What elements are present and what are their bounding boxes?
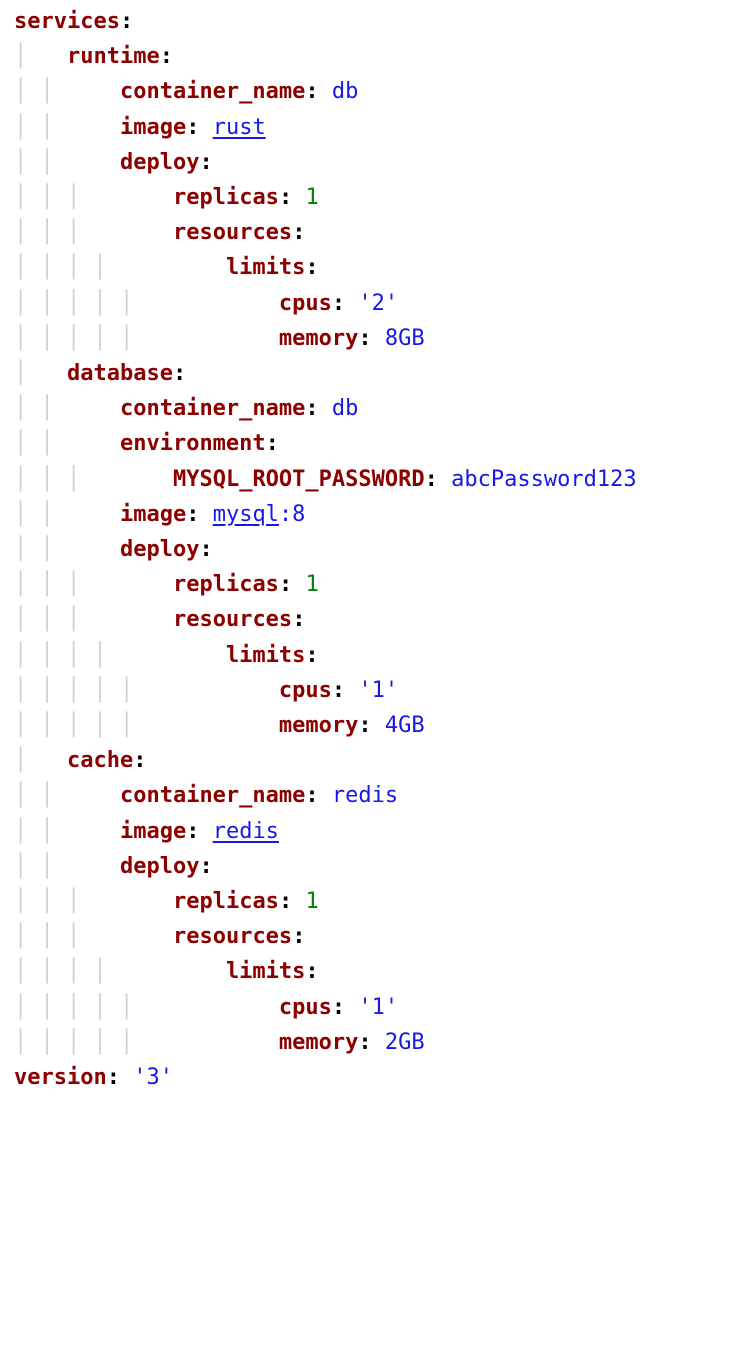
key-cpus: cpus xyxy=(279,291,332,316)
link-image-redis[interactable]: redis xyxy=(213,819,279,844)
key-container-name: container_name xyxy=(120,783,305,808)
key-limits: limits xyxy=(226,255,305,280)
key-image: image xyxy=(120,502,186,527)
key-memory: memory xyxy=(279,1030,358,1055)
val-memory: 4GB xyxy=(385,713,425,738)
key-services: services xyxy=(14,9,120,34)
key-runtime: runtime xyxy=(67,44,160,69)
val-container-name: db xyxy=(332,396,359,421)
val-memory: 8GB xyxy=(385,326,425,351)
val-cpus: '1' xyxy=(358,678,398,703)
key-deploy: deploy xyxy=(120,537,199,562)
key-deploy: deploy xyxy=(120,854,199,879)
link-image-rust[interactable]: rust xyxy=(213,115,266,140)
key-limits: limits xyxy=(226,643,305,668)
key-cache: cache xyxy=(67,748,133,773)
val-env-pw: abcPassword123 xyxy=(451,467,636,492)
val-cpus: '1' xyxy=(358,995,398,1020)
key-memory: memory xyxy=(279,713,358,738)
val-replicas: 1 xyxy=(305,572,318,597)
key-image: image xyxy=(120,819,186,844)
val-memory: 2GB xyxy=(385,1030,425,1055)
key-replicas: replicas xyxy=(173,889,279,914)
key-memory: memory xyxy=(279,326,358,351)
key-container-name: container_name xyxy=(120,396,305,421)
key-version: version xyxy=(14,1065,107,1090)
key-env-pw: MYSQL_ROOT_PASSWORD xyxy=(173,467,425,492)
key-cpus: cpus xyxy=(279,995,332,1020)
key-cpus: cpus xyxy=(279,678,332,703)
key-database: database xyxy=(67,361,173,386)
val-version: '3' xyxy=(133,1065,173,1090)
yaml-code-block: services: │ runtime: │ │ container_name:… xyxy=(0,0,746,1095)
key-resources: resources xyxy=(173,220,292,245)
val-container-name: redis xyxy=(332,783,398,808)
key-replicas: replicas xyxy=(173,185,279,210)
key-limits: limits xyxy=(226,959,305,984)
key-resources: resources xyxy=(173,607,292,632)
key-environment: environment xyxy=(120,431,266,456)
val-cpus: '2' xyxy=(358,291,398,316)
key-resources: resources xyxy=(173,924,292,949)
link-image-mysql[interactable]: mysql xyxy=(213,502,279,527)
val-replicas: 1 xyxy=(305,889,318,914)
val-image-suffix: :8 xyxy=(279,502,306,527)
key-image: image xyxy=(120,115,186,140)
val-container-name: db xyxy=(332,79,359,104)
key-container-name: container_name xyxy=(120,79,305,104)
key-deploy: deploy xyxy=(120,150,199,175)
key-replicas: replicas xyxy=(173,572,279,597)
val-replicas: 1 xyxy=(305,185,318,210)
